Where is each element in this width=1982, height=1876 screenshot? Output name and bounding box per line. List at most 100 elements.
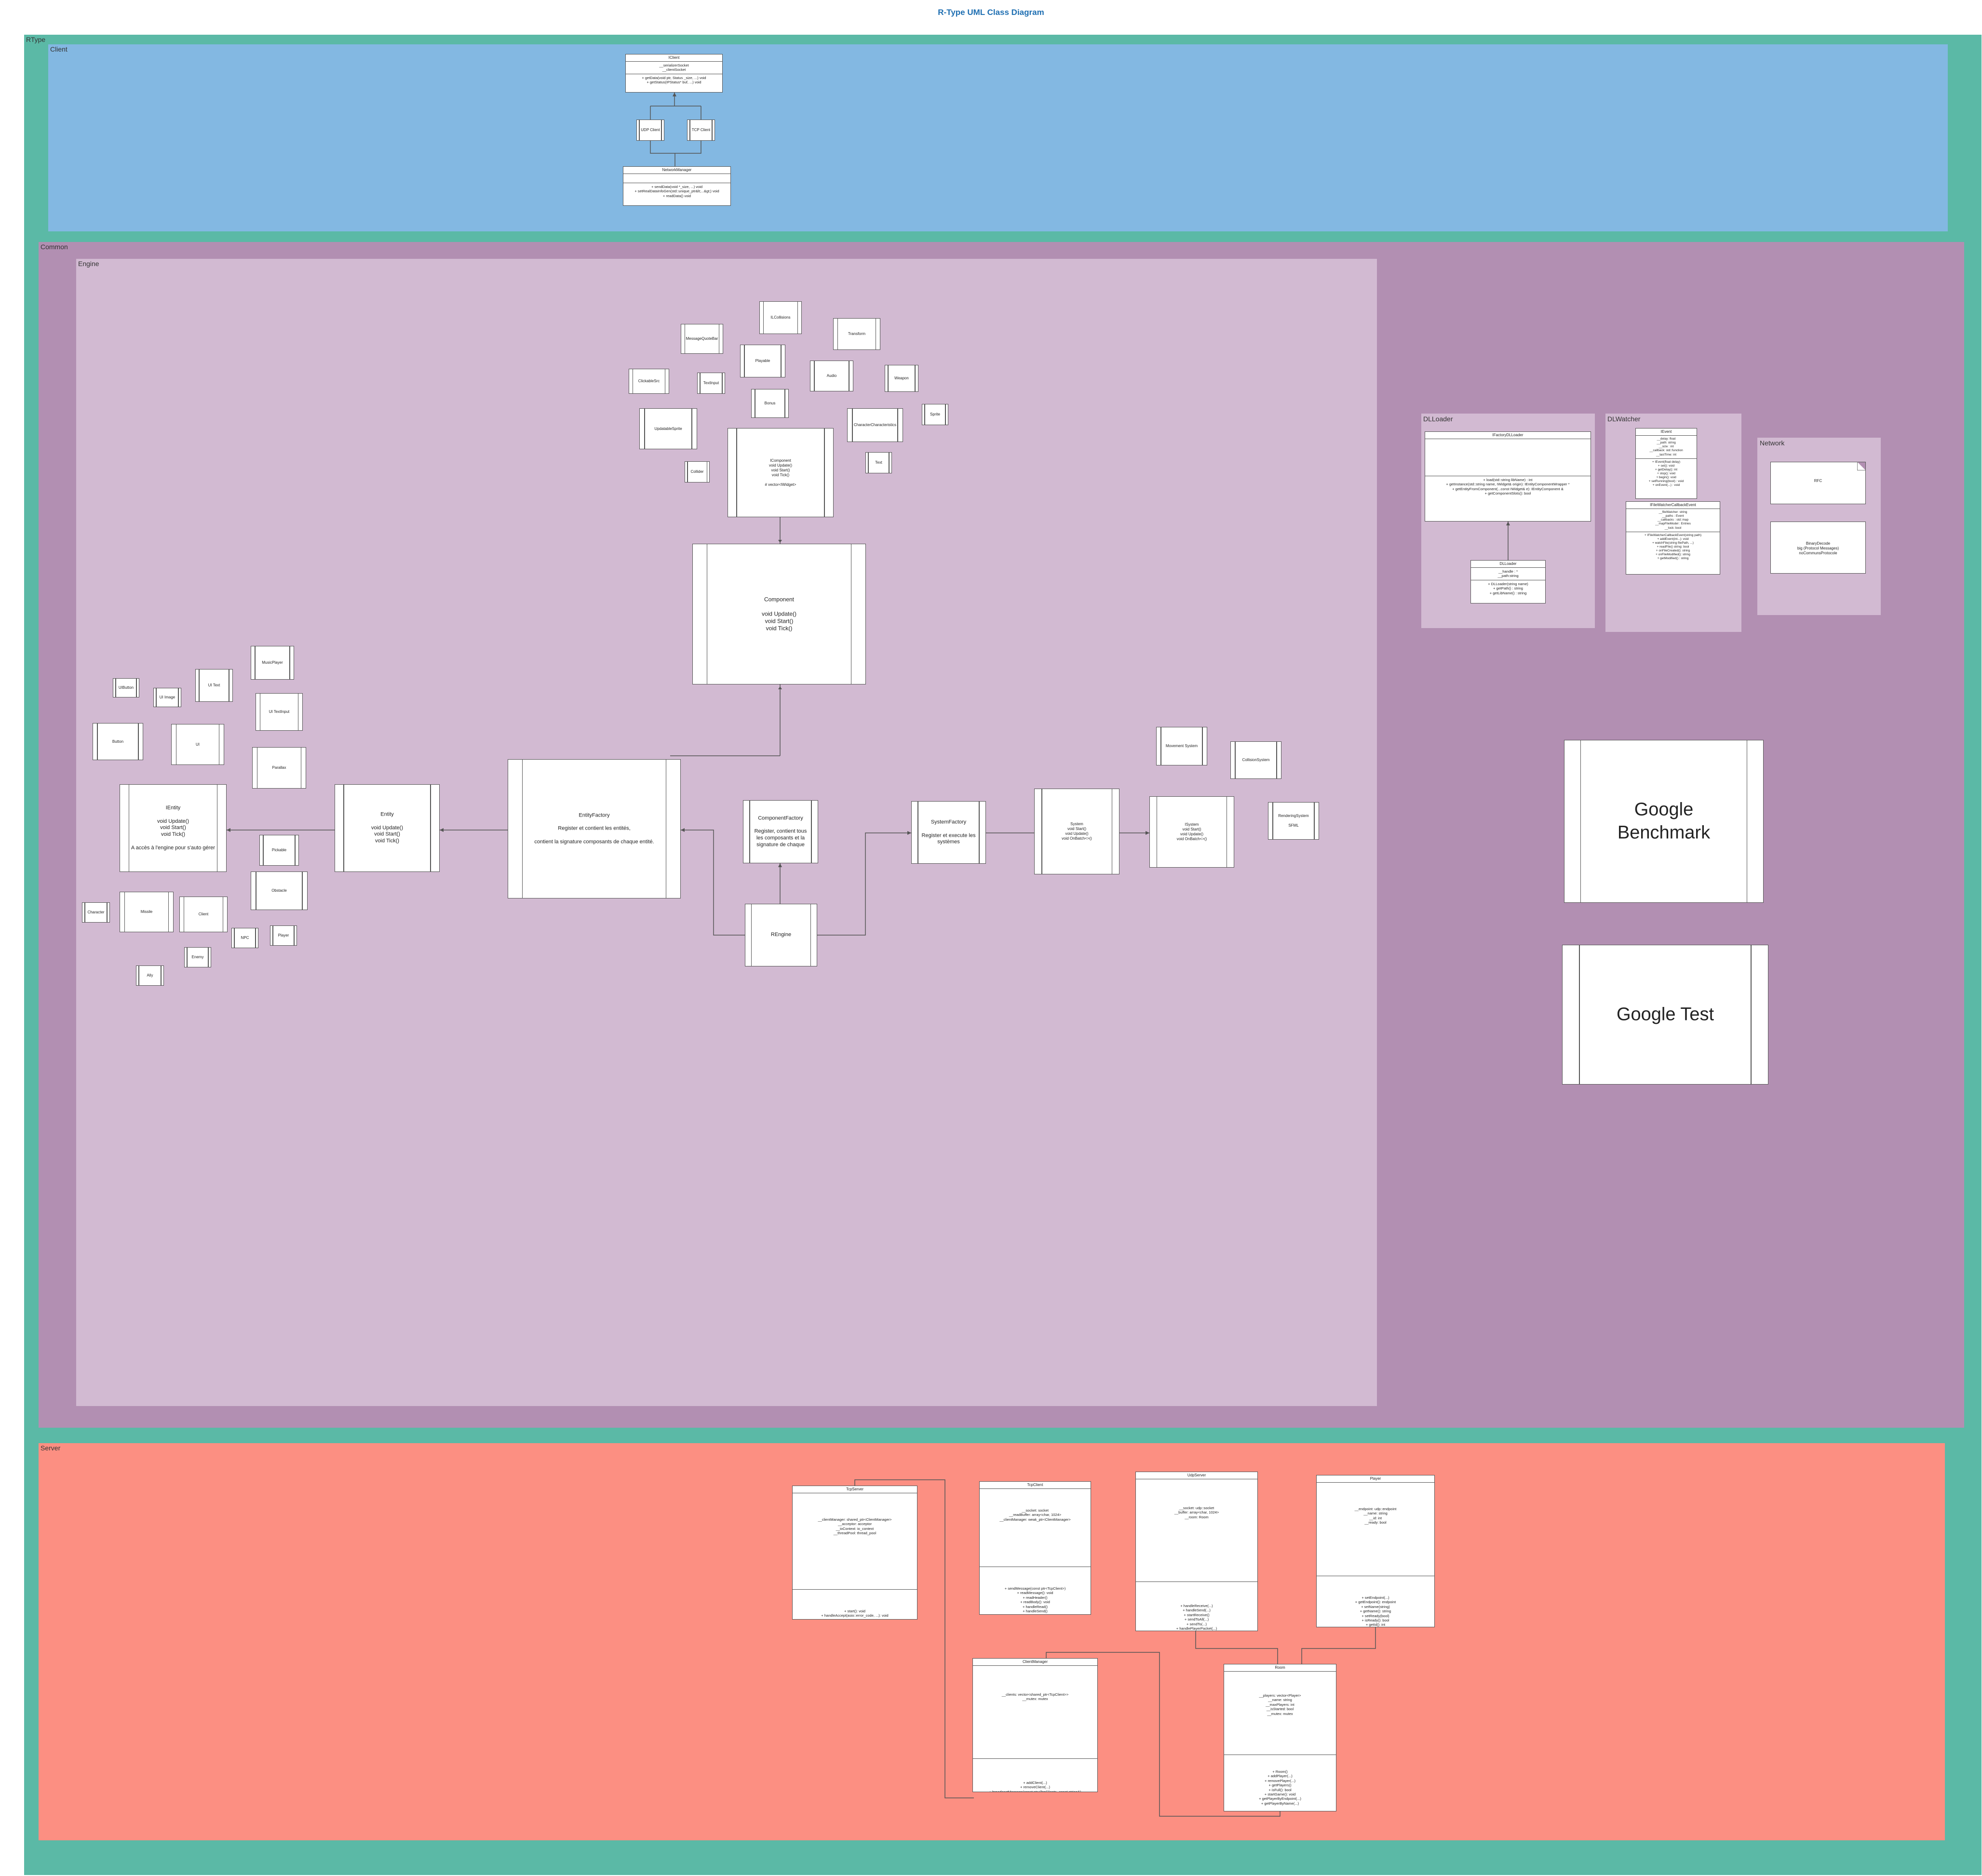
class-tcpclient: TcpClient __socket: socket __readBuffer:…: [979, 1481, 1091, 1615]
node-musicplayer: MusicPlayer: [251, 646, 294, 680]
class-ifilewatcher-methods: + IFileWatcherCallbackEvent(string path)…: [1644, 533, 1702, 561]
node-system: System void Start() void Update() void O…: [1034, 789, 1119, 874]
class-tcpclient-methods: + sendMessage(const ptr<TcpClient>) + re…: [1004, 1586, 1066, 1613]
class-room-attrs: __players: vector<Player> __name: string…: [1224, 1672, 1336, 1755]
node-weapon: Weapon: [885, 365, 918, 392]
class-tcpserver-title: TcpServer: [793, 1486, 917, 1493]
node-google-benchmark: Google Benchmark: [1564, 740, 1764, 903]
class-player-title: Player: [1317, 1475, 1434, 1483]
class-udpserver-title: UdpServer: [1136, 1472, 1257, 1479]
region-common-label: Common: [40, 243, 68, 251]
node-component: Component void Update() void Start() voi…: [692, 544, 866, 684]
node-text: Text: [865, 452, 892, 473]
class-ifactorydlloader-methods: + load(std::string libName) : int + getI…: [1446, 478, 1570, 496]
node-parallax: Parallax: [252, 747, 306, 789]
class-udpserver-attrs: __socket: udp::socket __buffer: array<ch…: [1136, 1479, 1257, 1582]
class-dlloader-methods: + DLLoader(string name) + getPath() : st…: [1488, 581, 1528, 595]
class-clientmanager-methods: + addClient(...) + removeClient(...) + b…: [989, 1781, 1081, 1792]
node-rengine: REngine: [745, 904, 817, 966]
class-tcpserver-attrs: __clientManager: shared_ptr<ClientManage…: [793, 1493, 917, 1590]
region-rtype-label: RType: [26, 36, 46, 43]
class-iclient-title: IClient: [626, 54, 722, 62]
node-updatablesprite: UpdatableSprite: [639, 408, 697, 449]
class-player: Player __endpoint: udp::endpoint __name:…: [1316, 1475, 1435, 1627]
node-playable: Playable: [740, 345, 785, 377]
node-uitext: UI Text: [195, 669, 233, 702]
node-obstacle: Obstacle: [251, 871, 308, 910]
node-enemy: Enemy: [184, 947, 211, 967]
node-client: Client: [179, 897, 228, 932]
node-uiimage: UI Image: [153, 688, 181, 707]
class-iclient-methods: + getData(void ptr, Status _size, ...) v…: [642, 75, 706, 85]
class-ievent-title: IEvent: [1636, 429, 1697, 436]
node-ally: Ally: [136, 965, 164, 986]
node-collider: Collider: [685, 461, 710, 482]
class-udp-client: UDP Client: [636, 120, 664, 141]
node-entityfactory: EntityFactory Register et contient les e…: [508, 759, 681, 898]
node-movementsystem: Movement System: [1156, 727, 1207, 765]
class-ifactorydlloader-attrs: [1425, 439, 1591, 476]
class-ifactorydlloader: IFactoryDLLoader + load(std::string libN…: [1425, 431, 1591, 522]
node-transform: Transform: [833, 318, 880, 350]
doc-binarydecode: BinaryDecode big (Protocol Messages) noC…: [1770, 522, 1866, 574]
node-ientity: IEntity void Update() void Start() void …: [120, 784, 227, 872]
class-player-methods: + setEndpoint(...) + getEndpoint(): endp…: [1355, 1595, 1396, 1627]
diagram-title: R-Type UML Class Diagram: [938, 8, 1044, 17]
class-clientmanager-attrs: __clients: vector<shared_ptr<TcpClient>>…: [973, 1666, 1097, 1759]
class-ievent-attrs: __delay: float __path: string __size : i…: [1636, 436, 1697, 459]
node-isystem: ISystem void Start() void Update() void …: [1149, 796, 1234, 868]
class-player-attrs: __endpoint: udp::endpoint __name: string…: [1317, 1483, 1434, 1576]
class-dlloader: DLLoader __handle : * __path:string + DL…: [1470, 560, 1546, 603]
class-ievent-methods: + IEvent(float delay) + set(): void + ge…: [1648, 460, 1684, 487]
region-client-label: Client: [50, 45, 67, 53]
class-tcpserver-methods: + start(): void + handleAccept(asio::err…: [821, 1609, 889, 1618]
class-udpserver: UdpServer __socket: udp::socket __buffer…: [1135, 1472, 1258, 1631]
node-button: Button: [93, 723, 143, 760]
node-ilcollisions: ILCollisions: [759, 301, 802, 334]
class-tcpclient-title: TcpClient: [980, 1482, 1091, 1489]
node-messagequotebar: MessageQuoteBar: [681, 324, 723, 354]
region-dlwatcher-label: DLWatcher: [1607, 415, 1641, 423]
class-tcp-client: TCP Client: [687, 120, 715, 141]
node-clickablesrc: ClickableSrc: [629, 369, 669, 394]
region-server-label: Server: [40, 1444, 61, 1452]
node-ui: UI: [171, 724, 224, 765]
node-systemfactory: SystemFactory Register et execute les sy…: [911, 801, 986, 864]
node-npc: NPC: [231, 928, 258, 948]
class-udpserver-methods: + handleReceive(...) + handleSend(...) +…: [1176, 1604, 1217, 1631]
node-pickable: Pickable: [259, 835, 299, 866]
node-collisionsystem: CollisionSystem: [1230, 741, 1281, 779]
class-room-methods: + Room() + addPlayer(...) + removePlayer…: [1259, 1769, 1301, 1806]
node-componentfactory: ComponentFactory Register, contient tous…: [743, 800, 818, 863]
node-charactercharacteristics: CharacterCharacteristics: [847, 408, 903, 442]
class-tcpserver: TcpServer __clientManager: shared_ptr<Cl…: [792, 1486, 917, 1620]
class-ievent: IEvent __delay: float __path: string __s…: [1635, 428, 1697, 499]
node-entity: Entity void Update() void Start() void T…: [335, 784, 440, 872]
class-iclient-attrs: __serializerSocket __clientSocket: [626, 62, 722, 74]
node-renderingsystem: RenderingSystem SFML: [1268, 802, 1319, 840]
class-dlloader-attrs: __handle : * __path:string: [1471, 568, 1545, 580]
node-uitextinput: UI TextInput: [256, 693, 303, 731]
region-client: [48, 44, 1948, 231]
class-network-manager-methods: + sendData(void *_size, ...) void + setR…: [634, 185, 719, 198]
class-network-manager-title: NetworkManager: [623, 167, 730, 174]
node-missile: Missile: [120, 892, 174, 932]
region-engine-label: Engine: [78, 260, 99, 268]
class-ifactorydlloader-title: IFactoryDLLoader: [1425, 432, 1591, 439]
node-google-test: Google Test: [1562, 945, 1768, 1085]
node-uibutton: UIButton: [113, 678, 139, 697]
node-sprite: Sprite: [922, 404, 948, 425]
class-dlloader-title: DLLoader: [1471, 561, 1545, 568]
node-bonus: Bonus: [751, 389, 789, 418]
doc-rfc: RFC: [1770, 462, 1866, 504]
class-clientmanager-title: ClientManager: [973, 1659, 1097, 1666]
class-ifilewatcher-attrs: __fileWatcher: string __paths : Event __…: [1626, 509, 1720, 532]
class-room: Room __players: vector<Player> __name: s…: [1224, 1664, 1336, 1811]
class-ifilewatcher: IFileWatcherCallbackEvent __fileWatcher:…: [1626, 501, 1720, 575]
class-network-manager: NetworkManager + sendData(void *_size, .…: [623, 166, 731, 206]
class-tcpclient-attrs: __socket: socket __readBuffer: array<cha…: [980, 1489, 1091, 1567]
class-ifilewatcher-title: IFileWatcherCallbackEvent: [1626, 502, 1720, 509]
node-character: Character: [82, 902, 110, 923]
node-textinput: TextInput: [697, 373, 725, 394]
region-network-label: Network: [1760, 439, 1785, 447]
